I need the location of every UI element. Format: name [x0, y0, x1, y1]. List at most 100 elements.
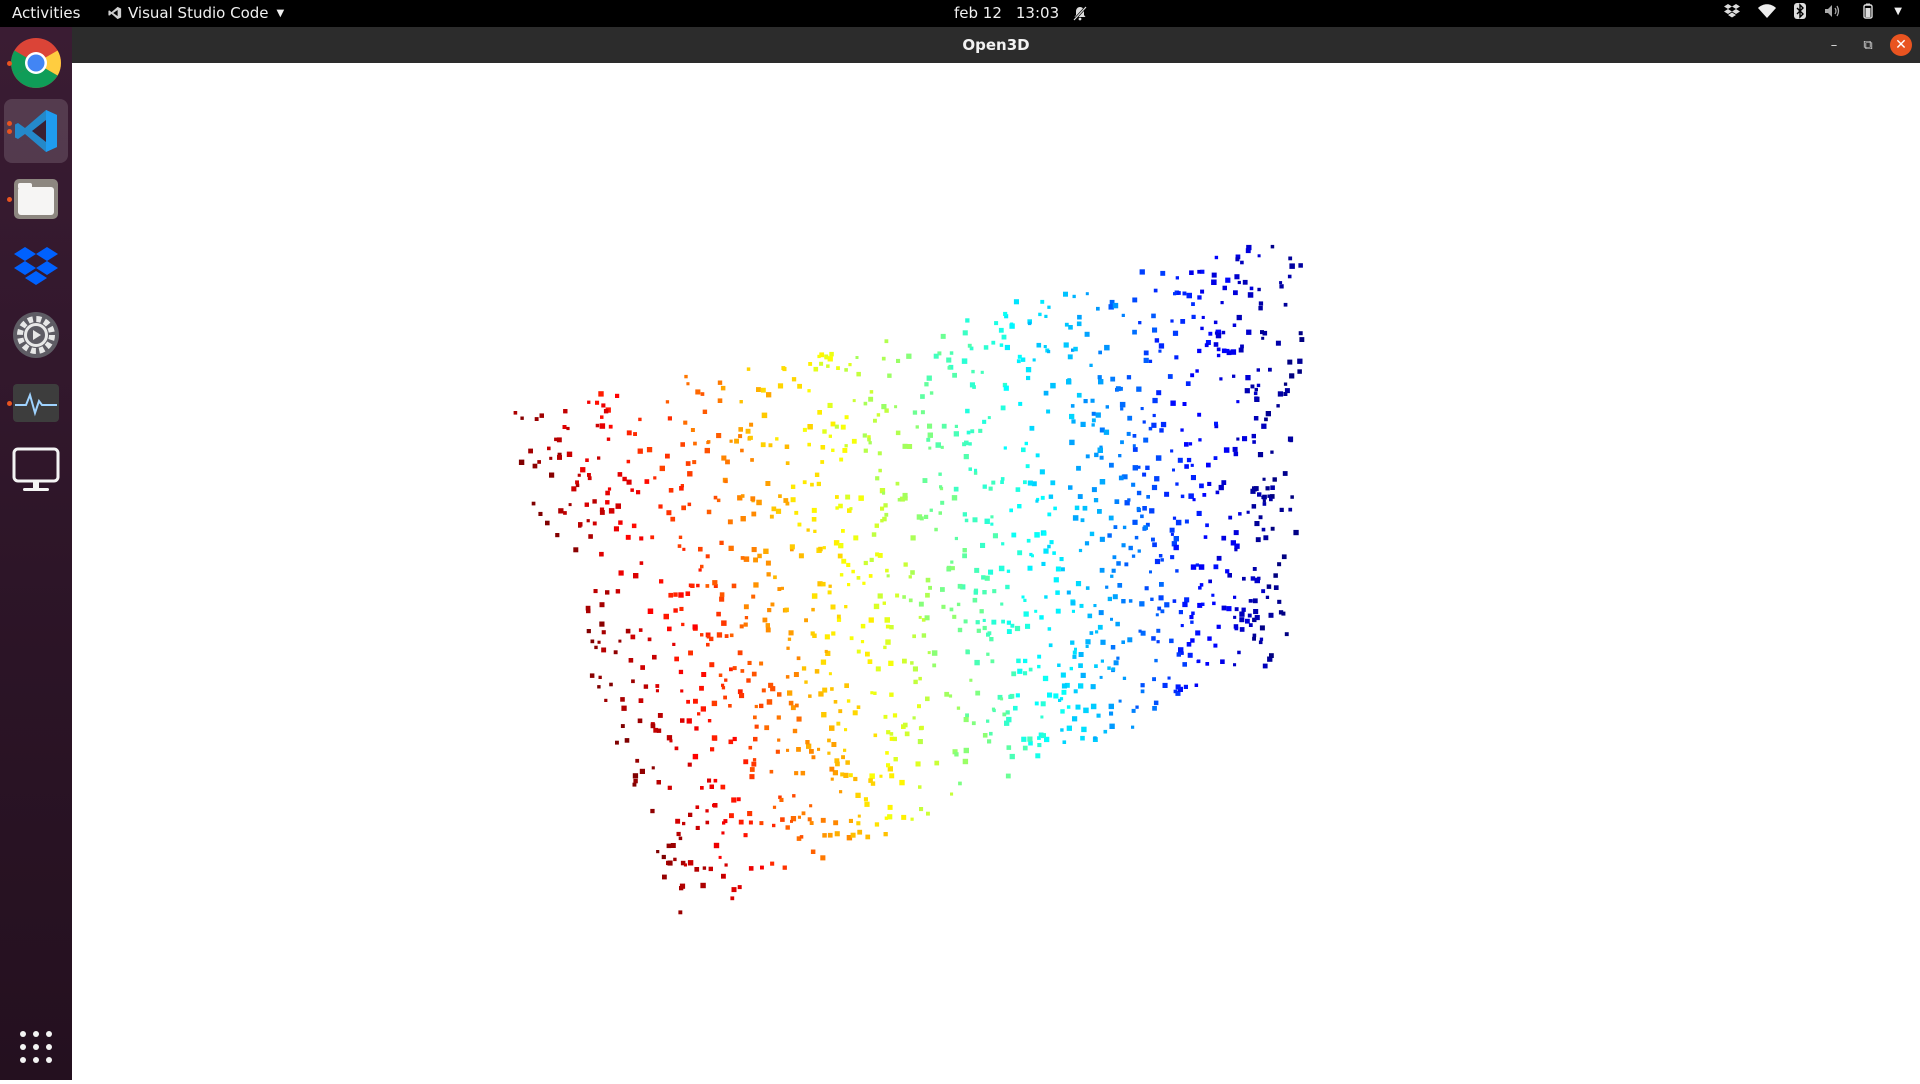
- point: [736, 797, 741, 802]
- point: [1029, 425, 1035, 431]
- point: [1178, 610, 1183, 615]
- point: [639, 536, 644, 541]
- dropbox-tray-icon[interactable]: [1724, 4, 1741, 18]
- point: [972, 597, 978, 603]
- point: [606, 437, 611, 441]
- dock-item-dropbox[interactable]: [4, 235, 68, 299]
- open3d-viewport[interactable]: [72, 63, 1920, 1080]
- point: [1025, 367, 1032, 373]
- point: [739, 693, 745, 699]
- point: [593, 589, 598, 594]
- point: [982, 733, 988, 738]
- point-cloud[interactable]: [72, 63, 1920, 1080]
- point: [1208, 331, 1213, 336]
- point: [1282, 471, 1288, 476]
- app-menu[interactable]: Visual Studio Code ▼: [108, 4, 284, 22]
- point: [685, 591, 691, 596]
- point: [1203, 535, 1208, 539]
- point: [844, 444, 848, 448]
- point: [661, 854, 666, 860]
- minimize-button[interactable]: –: [1822, 33, 1846, 57]
- point: [1094, 664, 1098, 668]
- system-menu-chevron-icon[interactable]: ▼: [1894, 6, 1902, 17]
- point: [1039, 469, 1045, 475]
- point: [770, 602, 775, 607]
- point: [731, 887, 737, 893]
- point: [751, 761, 757, 767]
- point: [709, 662, 715, 668]
- point: [806, 528, 810, 532]
- point: [1197, 295, 1202, 300]
- dock-item-chrome[interactable]: [4, 31, 68, 95]
- point: [1196, 659, 1200, 664]
- point: [775, 508, 782, 514]
- point: [578, 522, 583, 527]
- point: [1248, 623, 1253, 627]
- dock-item-display[interactable]: [4, 439, 68, 503]
- point: [1190, 373, 1195, 378]
- point: [1175, 482, 1179, 486]
- point: [1095, 412, 1101, 418]
- dock-item-system-monitor[interactable]: [4, 371, 68, 435]
- point: [604, 698, 608, 702]
- point: [677, 544, 682, 548]
- point: [740, 494, 745, 498]
- point: [1283, 382, 1288, 386]
- volume-icon[interactable]: [1824, 4, 1842, 18]
- point: [721, 620, 727, 626]
- point: [597, 456, 601, 460]
- point: [702, 409, 708, 414]
- point: [1226, 348, 1230, 353]
- point: [949, 607, 954, 612]
- wifi-icon[interactable]: [1758, 4, 1777, 18]
- point: [822, 429, 827, 434]
- dock-item-settings[interactable]: [4, 303, 68, 367]
- point: [998, 565, 1005, 572]
- point: [1080, 672, 1086, 678]
- dock-item-vscode[interactable]: [4, 99, 68, 163]
- point: [1066, 379, 1072, 385]
- point: [926, 375, 932, 381]
- point: [1268, 612, 1274, 618]
- point: [813, 366, 819, 372]
- point: [1199, 483, 1204, 489]
- point: [1121, 543, 1126, 548]
- point: [1191, 611, 1195, 615]
- point: [759, 821, 764, 826]
- window-titlebar[interactable]: Open3D – ⧉ ✕: [72, 27, 1920, 63]
- point: [1236, 437, 1240, 441]
- point: [827, 751, 831, 755]
- show-applications-icon[interactable]: [18, 1029, 54, 1065]
- point: [1085, 586, 1090, 590]
- point: [702, 866, 707, 870]
- point: [727, 519, 733, 525]
- point: [1004, 720, 1010, 726]
- point: [851, 438, 857, 444]
- point: [652, 654, 657, 660]
- clock[interactable]: feb 12 13:03: [954, 4, 1088, 22]
- point: [811, 517, 817, 522]
- point: [707, 719, 712, 723]
- point: [1084, 541, 1090, 546]
- point: [631, 679, 635, 684]
- point: [785, 461, 790, 465]
- point: [1005, 584, 1010, 590]
- point: [637, 718, 643, 724]
- point: [1270, 526, 1275, 531]
- dock-item-files[interactable]: [4, 167, 68, 231]
- bluetooth-icon[interactable]: [1794, 3, 1807, 19]
- point: [1098, 350, 1102, 355]
- point: [828, 434, 832, 438]
- point: [972, 385, 976, 389]
- point: [944, 691, 950, 697]
- point: [1247, 292, 1254, 298]
- activities-button[interactable]: Activities: [12, 4, 80, 22]
- battery-icon[interactable]: [1860, 3, 1876, 19]
- point: [877, 593, 883, 599]
- system-tray[interactable]: ▼: [1724, 3, 1902, 19]
- point: [1110, 574, 1114, 578]
- maximize-button[interactable]: ⧉: [1856, 33, 1880, 57]
- close-button[interactable]: ✕: [1890, 34, 1912, 56]
- point: [1108, 703, 1114, 710]
- point: [1110, 376, 1116, 382]
